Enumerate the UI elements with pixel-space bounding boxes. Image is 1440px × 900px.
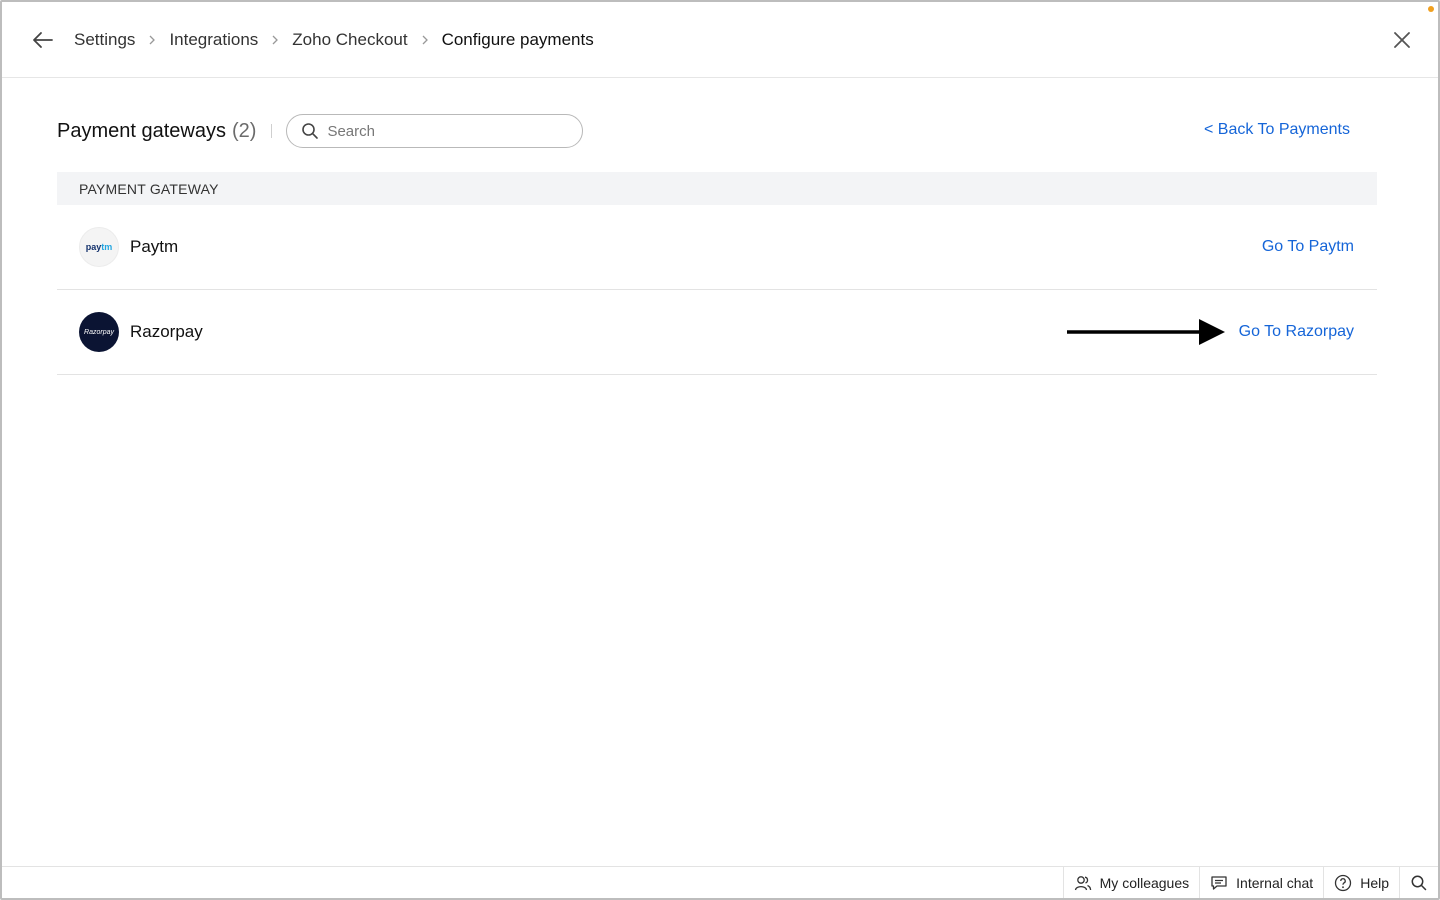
paytm-logo: pay tm [79,227,119,267]
razorpay-logo-text: Razorpay [84,328,114,336]
razorpay-logo: Razorpay [79,312,119,352]
search-icon [1411,875,1427,890]
people-icon [1074,875,1091,890]
help-label: Help [1360,874,1389,891]
breadcrumb-integrations[interactable]: Integrations [169,30,258,50]
divider [271,124,273,138]
my-colleagues-button[interactable]: My colleagues [1062,867,1200,898]
search-box[interactable] [286,114,584,148]
gateway-count: (2) [231,119,257,142]
global-search-button[interactable] [1399,867,1438,898]
back-to-payments-link[interactable]: < Back To Payments [1204,121,1350,139]
table-row-paytm: pay tm Paytm Go To Paytm [57,205,1377,290]
paytm-logo-text-a: pay [85,242,102,252]
chat-icon [1211,875,1227,890]
footer-bar: My colleagues Internal chat Help [2,866,1438,898]
gateway-name: Razorpay [130,322,203,341]
chevron-right-icon [272,35,279,45]
internal-chat-button[interactable]: Internal chat [1199,867,1323,898]
back-arrow-icon[interactable] [32,30,54,50]
go-to-razorpay-link[interactable]: Go To Razorpay [1239,323,1354,341]
chevron-right-icon [422,35,428,45]
search-icon [302,123,319,139]
breadcrumb-settings[interactable]: Settings [74,30,135,50]
table-row-razorpay: Razorpay Razorpay Go To Razorpay [57,290,1377,375]
help-button[interactable]: Help [1323,867,1399,898]
app-window: Settings Integrations Zoho Checkout Conf… [0,0,1440,900]
my-colleagues-label: My colleagues [1099,874,1190,891]
chevron-right-icon [149,35,156,45]
header: Settings Integrations Zoho Checkout Conf… [2,2,1438,78]
breadcrumb-configure-payments: Configure payments [441,30,594,49]
title-row: Payment gateways (2) [57,114,584,148]
gateway-name: Paytm [130,237,179,256]
column-header: PAYMENT GATEWAY [57,172,1377,205]
paytm-logo-text-b: tm [101,242,113,252]
help-icon [1335,874,1352,891]
search-input[interactable] [327,122,568,140]
internal-chat-label: Internal chat [1236,874,1314,891]
go-to-paytm-link[interactable]: Go To Paytm [1262,238,1354,256]
page-title: Payment gateways [57,119,226,142]
gateway-table: PAYMENT GATEWAY pay tm Paytm Go To Paytm … [57,172,1377,375]
annotation-arrow-icon [1067,319,1225,345]
close-icon[interactable] [1392,30,1412,50]
breadcrumb: Settings Integrations Zoho Checkout Conf… [74,30,594,50]
breadcrumb-zoho-checkout[interactable]: Zoho Checkout [292,30,407,50]
